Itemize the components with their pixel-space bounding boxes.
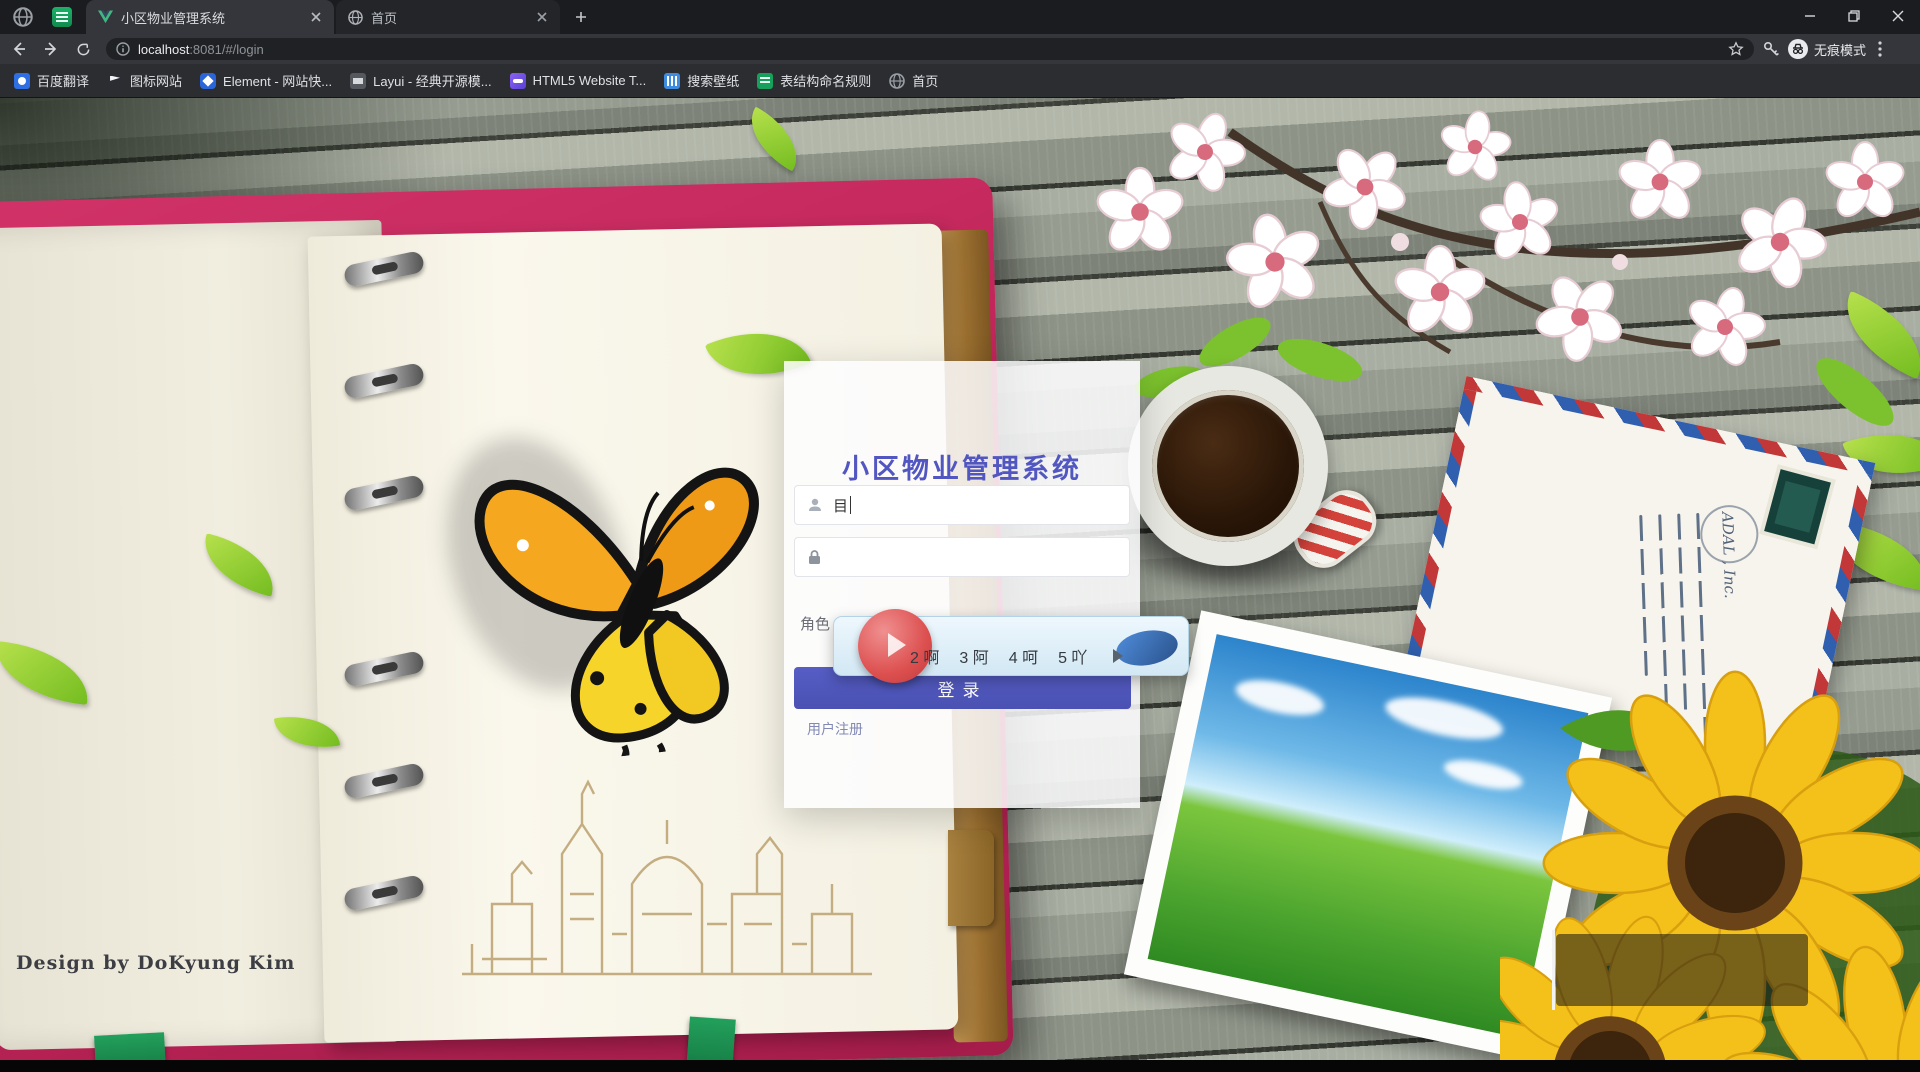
site-info-icon[interactable] <box>116 42 130 56</box>
minimize-button[interactable] <box>1788 0 1832 32</box>
url-path: :8081/#/login <box>189 41 264 57</box>
ime-candidates: 2 啊 3 阿 4 呵 5 吖 <box>910 644 1143 668</box>
new-tab-button[interactable] <box>568 4 594 30</box>
ime-candidate-bar: 2 啊 3 阿 4 呵 5 吖 <box>833 609 1189 683</box>
ime-candidate[interactable]: 5 吖 <box>1058 644 1087 668</box>
cloud <box>1232 673 1327 722</box>
password-key-icon[interactable] <box>1762 40 1780 58</box>
close-button[interactable] <box>1876 0 1920 32</box>
incognito-icon <box>1788 39 1808 59</box>
bookmark-icon-site[interactable]: 图标网站 <box>107 71 182 90</box>
window-controls <box>1788 0 1920 32</box>
ime-candidate[interactable]: 4 呵 <box>1009 644 1038 668</box>
element-ui-icon <box>200 72 217 89</box>
postage-stamp <box>1764 469 1831 545</box>
password-field[interactable] <box>794 537 1130 577</box>
incognito-label: 无痕模式 <box>1814 42 1867 58</box>
bottom-black-strip <box>0 1060 1920 1072</box>
design-credit: Design by DoKyung Kim <box>16 952 296 974</box>
bookmark-layui[interactable]: Layui - 经典开源模... <box>350 71 492 90</box>
address-toolbar: localhost:8081/#/login 无痕模式 <box>0 34 1920 64</box>
bookmark-wallpaper-search[interactable]: 搜索壁纸 <box>664 71 739 90</box>
bookmark-homepage[interactable]: 首页 <box>889 71 938 90</box>
tab-close-icon[interactable] <box>308 9 324 25</box>
username-field[interactable]: 目 <box>794 485 1130 525</box>
bookmark-table-naming[interactable]: 表结构命名规则 <box>757 71 871 90</box>
table-rules-icon <box>757 72 774 89</box>
coffee-surface <box>1152 390 1304 542</box>
login-panel: 小区物业管理系统 目 角色 管理员 用户 登录 用户注册 <box>784 361 1140 808</box>
text-caret <box>850 496 852 514</box>
browser-menu-icon[interactable] <box>1878 41 1882 57</box>
browser-logo-icon[interactable] <box>12 6 34 28</box>
refresh-button[interactable] <box>70 36 96 62</box>
tab-title: 小区物业管理系统 <box>121 10 226 26</box>
bookmark-star-icon[interactable] <box>1728 41 1744 57</box>
butterfly-image <box>474 467 759 760</box>
flag-icon <box>107 72 124 89</box>
pinned-notes-icon[interactable] <box>52 7 72 27</box>
bookmark-element[interactable]: Element - 网站快... <box>200 71 332 90</box>
tab-close-icon[interactable] <box>534 9 550 25</box>
toolbar-right: 无痕模式 <box>1762 39 1892 59</box>
url-text: localhost:8081/#/login <box>138 42 264 57</box>
globe-icon <box>889 72 906 89</box>
html5-template-icon <box>509 72 526 89</box>
tab-home[interactable]: 首页 <box>336 0 560 34</box>
tab-strip: 小区物业管理系统 首页 <box>0 0 1920 34</box>
forward-button[interactable] <box>38 36 64 62</box>
bookmarks-bar: 百度翻译 图标网站 Element - 网站快... Layui - 经典开源模… <box>0 64 1920 98</box>
address-bar[interactable]: localhost:8081/#/login <box>106 38 1754 60</box>
ime-next-page-icon[interactable] <box>1113 649 1124 663</box>
vue-icon <box>98 10 113 24</box>
tab-title: 首页 <box>371 10 398 26</box>
layui-icon <box>350 72 367 89</box>
back-button[interactable] <box>6 36 32 62</box>
ime-candidate[interactable]: 3 阿 <box>959 644 988 668</box>
tab-property-system[interactable]: 小区物业管理系统 <box>86 0 334 34</box>
bookmark-html5-template[interactable]: HTML5 Website T... <box>509 72 646 89</box>
baidu-translate-icon <box>14 72 30 89</box>
dark-overlay-band <box>1552 930 1808 1010</box>
login-title: 小区物业管理系统 <box>842 454 1082 484</box>
notebook-side-tab <box>948 830 994 926</box>
wallpaper-icon <box>664 72 681 89</box>
globe-icon <box>348 9 363 25</box>
username-value: 目 <box>833 497 849 515</box>
page-background: Design by DoKyung Kim ADAL , Inc. 小区物业管理… <box>0 98 1920 1072</box>
lock-icon <box>809 550 820 564</box>
register-link[interactable]: 用户注册 <box>807 719 863 739</box>
role-label: 角色 <box>800 616 831 633</box>
bookmark-baidu-translate[interactable]: 百度翻译 <box>14 71 89 90</box>
restore-button[interactable] <box>1832 0 1876 32</box>
ime-candidate[interactable]: 2 啊 <box>910 644 939 668</box>
url-host: localhost <box>138 41 190 57</box>
browser-window: 小区物业管理系统 首页 localhost:8081/#/login 无痕模式 … <box>0 0 1920 1072</box>
user-icon <box>809 498 821 511</box>
cloud <box>1381 689 1507 748</box>
